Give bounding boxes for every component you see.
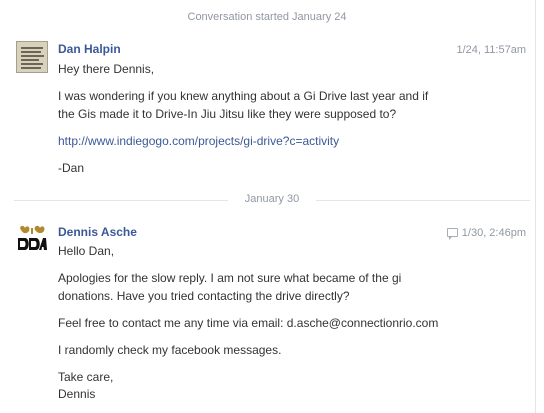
message-line: Hello Dan, <box>58 244 115 258</box>
date-divider: January 30 <box>14 193 530 207</box>
message-line: the Gis made it to Drive-In Jiu Jitsu li… <box>58 107 397 121</box>
message-line: -Dan <box>58 161 85 175</box>
message-item: Dan Halpin 1/24, 11:57am Hey there Denni… <box>16 41 530 186</box>
divider-line <box>14 200 228 201</box>
message-line: I was wondering if you knew anything abo… <box>58 89 429 103</box>
message-item: Dennis Asche 1/30, 2:46pm Hello Dan, Apo… <box>16 224 530 404</box>
avatar[interactable] <box>16 41 48 73</box>
message-line: Apologies for the slow reply. I am not s… <box>58 271 402 285</box>
conversation-thread: Conversation started January 24 Dan Halp… <box>0 0 534 413</box>
message-line: Hey there Dennis, <box>58 62 155 76</box>
message-line: Dennis <box>58 387 96 401</box>
date-divider-label: January 30 <box>244 193 300 205</box>
message-timestamp[interactable]: 1/30, 2:46pm <box>446 227 526 240</box>
profile-logo-icon <box>16 224 48 256</box>
divider-line <box>316 200 530 201</box>
message-link[interactable]: http://www.indiegogo.com/projects/gi-dri… <box>58 132 339 150</box>
panel-border <box>535 0 536 413</box>
reply-icon <box>446 228 458 240</box>
avatar[interactable] <box>16 224 48 256</box>
message-line: I randomly check my facebook messages. <box>58 343 282 357</box>
timestamp-text: 1/30, 2:46pm <box>461 227 526 239</box>
message-timestamp[interactable]: 1/24, 11:57am <box>456 44 526 56</box>
message-line: Take care, <box>58 370 114 384</box>
message-line: Feel free to contact me any time via ema… <box>58 316 439 330</box>
conversation-started-label: Conversation started January 24 <box>187 11 347 23</box>
sender-name-link[interactable]: Dan Halpin <box>58 42 121 56</box>
sender-name-link[interactable]: Dennis Asche <box>58 225 137 239</box>
message-line: donations. Have you tried contacting the… <box>58 289 350 303</box>
